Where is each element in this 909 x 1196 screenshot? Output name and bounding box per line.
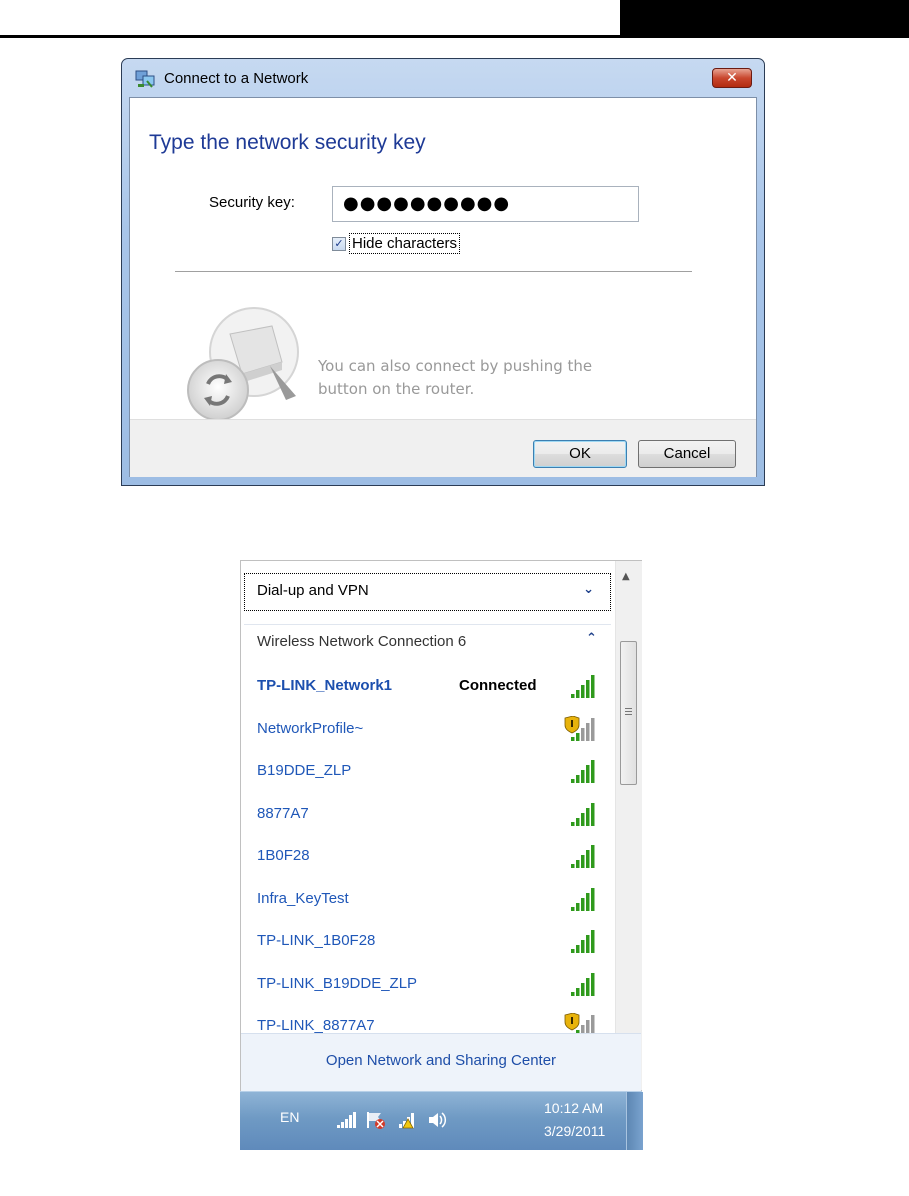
network-row[interactable]: NetworkProfile~ [241,710,613,752]
page-top-tab [620,0,909,38]
open-network-center-area: Open Network and Sharing Center [241,1033,641,1091]
dialog-titlebar[interactable]: Connect to a Network ✕ [122,59,764,97]
wireless-signal-tray-icon[interactable] [335,1110,357,1130]
signal-strength-icon [571,675,595,698]
network-name: NetworkProfile~ [257,719,364,737]
network-row[interactable]: TP-LINK_B19DDE_ZLP [241,965,613,1007]
ok-button[interactable]: OK [533,440,627,468]
scroll-grip-icon [625,708,632,709]
secured-signal-icon [564,715,595,741]
dialog-heading: Type the network security key [149,131,426,154]
network-name: 1B0F28 [257,847,310,864]
signal-strength-icon [571,887,595,911]
scroll-up-arrow-icon[interactable]: ▲ [622,571,630,582]
network-row[interactable]: 8877A7 [241,795,613,837]
section-separator [244,624,611,625]
cancel-button[interactable]: Cancel [638,440,736,468]
dialog-footer: OK Cancel [130,419,756,477]
scrollbar[interactable]: ▲ ▼ [615,561,642,1090]
security-key-input[interactable]: ●●●●●●●●●● [332,186,639,222]
network-name: Infra_KeyTest [257,889,349,907]
page-top-rule [0,35,650,38]
hide-characters-checkbox[interactable]: ✓ [332,237,346,251]
network-name: TP-LINK_Network1 [257,677,393,694]
network-status: Connected [459,677,537,694]
network-row[interactable]: Infra_KeyTest [241,880,613,922]
open-network-sharing-center-link[interactable]: Open Network and Sharing Center [241,1052,641,1069]
signal-strength-icon [571,802,595,826]
network-name: TP-LINK_B19DDE_ZLP [257,974,418,992]
network-icon [135,70,155,88]
network-flyout: Dial-up and VPN ⌄ Wireless Network Conne… [240,560,642,1091]
wireless-section-label: Wireless Network Connection 6 [257,633,467,650]
scrollbar-thumb[interactable] [620,641,637,785]
network-name: TP-LINK_1B0F28 [257,932,376,949]
chevron-down-icon[interactable]: ⌄ [583,582,594,597]
network-name: TP-LINK_8877A7 [257,1017,375,1034]
router-push-button-icon [187,307,299,421]
dialup-vpn-label: Dial-up and VPN [257,582,369,599]
dialog-client: Type the network security key Security k… [129,97,757,477]
router-hint-text: You can also connect by pushing the butt… [318,357,593,398]
action-center-flag-icon[interactable] [365,1110,387,1130]
network-name: 8877A7 [257,804,309,822]
close-button[interactable]: ✕ [712,68,752,88]
network-row[interactable]: B19DDE_ZLP [241,752,613,794]
network-name: B19DDE_ZLP [257,762,352,779]
signal-strength-icon [571,845,595,868]
show-desktop-button[interactable] [626,1092,643,1150]
signal-strength-icon [571,930,595,953]
divider [175,271,692,272]
clock-date[interactable]: 3/29/2011 [544,1123,605,1139]
network-row[interactable]: TP-LINK_Network1 Connected [241,667,613,709]
security-key-label: Security key: [209,194,295,211]
clock-time[interactable]: 10:12 AM [544,1100,603,1116]
dialup-vpn-section[interactable]: Dial-up and VPN ⌄ [244,573,611,611]
dialog-title: Connect to a Network [164,70,309,87]
network-row[interactable]: TP-LINK_1B0F28 [241,922,613,964]
network-row[interactable]: 1B0F28 [241,837,613,879]
taskbar: EN 10:12 AM 3/29/2011 [240,1091,643,1150]
signal-strength-icon [571,972,595,996]
language-indicator[interactable]: EN [280,1109,299,1125]
connect-dialog: Connect to a Network ✕ Type the network … [121,58,765,486]
chevron-up-icon[interactable]: ⌃ [586,631,597,646]
hide-characters-label[interactable]: Hide characters [349,233,461,254]
network-warning-tray-icon[interactable] [397,1110,419,1130]
signal-strength-icon [571,760,595,783]
volume-icon[interactable] [426,1110,448,1130]
